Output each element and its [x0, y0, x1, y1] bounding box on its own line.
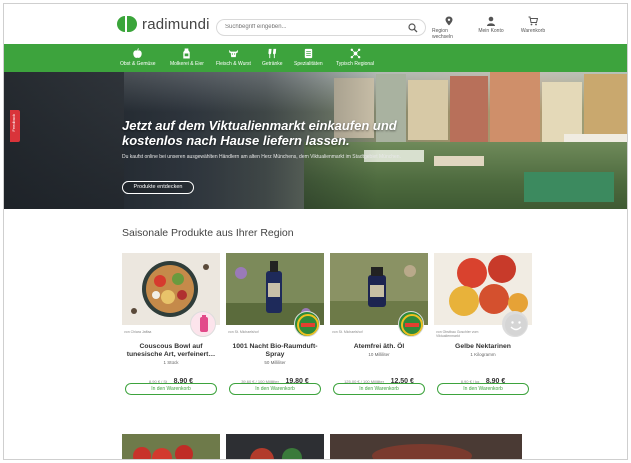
next-products-row — [122, 434, 522, 460]
search-bar[interactable] — [216, 19, 426, 36]
vendor-name[interactable]: von Chiara Jaffaa — [124, 330, 188, 334]
category-label: Obst & Gemüse — [120, 61, 156, 67]
cow-icon — [228, 49, 239, 58]
brand-logo[interactable]: radimundi — [117, 14, 210, 34]
browser-frame: radimundi Region wechseln Mein Konto War… — [3, 3, 628, 460]
feedback-tab[interactable]: Feedback — [10, 110, 20, 142]
category-obst[interactable]: Obst & Gemüse — [120, 48, 156, 67]
category-label: Getränke — [262, 61, 283, 67]
vendor-name[interactable]: von St. Michaelshof — [332, 330, 396, 334]
product-quantity: 1 Stück — [163, 360, 179, 365]
product-quantity: 10 Milliliter — [368, 352, 390, 357]
product-card[interactable]: von Chiara Jaffaa Couscous Bowl auf tune… — [122, 253, 220, 403]
vendor-name[interactable]: von Obstbau Goschler vom Viktualienmarkt — [436, 330, 500, 338]
product-name[interactable]: Couscous Bowl auf tunesische Art, verfei… — [122, 343, 220, 359]
header-actions: Region wechseln Mein Konto Warenkorb — [432, 16, 550, 40]
product-quantity: 1 Kilogramm — [470, 352, 496, 357]
vendor-badge — [190, 311, 216, 337]
drinks-icon — [268, 48, 276, 59]
hero-title: Jetzt auf dem Viktualienmarkt einkaufen … — [122, 118, 397, 148]
category-regional[interactable]: Typisch Regional — [336, 48, 374, 67]
add-to-cart-button[interactable]: In den Warenkorb — [229, 383, 321, 395]
site-header: radimundi Region wechseln Mein Konto War… — [4, 4, 627, 44]
category-label: Molkerei & Eier — [170, 61, 204, 67]
add-to-cart-button[interactable]: In den Warenkorb — [125, 383, 217, 395]
product-card[interactable]: von Obstbau Goschler vom Viktualienmarkt… — [434, 253, 532, 403]
vendor-badge — [398, 311, 424, 337]
product-card[interactable]: von St. Michaelshof Atemfrei äth. Öl 10 … — [330, 253, 428, 403]
discover-products-button[interactable]: Produkte entdecken — [122, 181, 194, 194]
vendor-badge — [502, 311, 528, 337]
feedback-label: Feedback — [11, 114, 16, 132]
regional-icon — [350, 48, 360, 59]
add-to-cart-button[interactable]: In den Warenkorb — [333, 383, 425, 395]
category-spezialitaeten[interactable]: Spezialitäten — [294, 48, 323, 67]
search-icon[interactable] — [408, 23, 418, 33]
vendor-badge — [294, 311, 320, 337]
user-icon — [487, 16, 495, 26]
category-label: Typisch Regional — [336, 61, 375, 67]
category-getraenke[interactable]: Getränke — [262, 48, 283, 67]
milk-icon — [183, 48, 191, 59]
account-label: Mein Konto — [478, 28, 504, 34]
category-label: Fleisch & Wurst — [216, 61, 251, 67]
account-button[interactable]: Mein Konto — [474, 16, 508, 40]
brand-name: radimundi — [142, 15, 210, 33]
specialties-icon — [304, 48, 312, 59]
category-fleisch[interactable]: Fleisch & Wurst — [216, 48, 251, 67]
cart-button[interactable]: Warenkorb — [516, 16, 550, 40]
add-to-cart-button[interactable]: In den Warenkorb — [437, 383, 529, 395]
category-molkerei[interactable]: Molkerei & Eier — [170, 48, 204, 67]
map-pin-icon — [445, 16, 453, 26]
region-label: Region wechseln — [432, 28, 453, 40]
product-name[interactable]: Gelbe Nektarinen — [434, 343, 532, 351]
search-input[interactable] — [225, 24, 405, 30]
product-name[interactable]: 1001 Nacht Bio-Raumduft- Spray — [226, 343, 324, 359]
vendor-name[interactable]: von St. Michaelshof — [228, 330, 292, 334]
cart-icon — [528, 16, 538, 26]
product-quantity: 50 Milliliter — [264, 360, 286, 365]
product-name[interactable]: Atemfrei äth. Öl — [330, 343, 428, 351]
region-button[interactable]: Region wechseln — [432, 16, 466, 40]
apple-icon — [133, 48, 142, 58]
product-card[interactable]: von St. Michaelshof 1001 Nacht Bio-Raumd… — [226, 253, 324, 403]
section-title: Saisonale Produkte aus Ihrer Region — [122, 227, 294, 239]
cart-label: Warenkorb — [520, 28, 546, 34]
logo-mark-icon — [117, 14, 137, 34]
category-label: Spezialitäten — [294, 61, 323, 67]
category-nav: Obst & Gemüse Molkerei & Eier Fleisch & … — [4, 44, 627, 72]
next-product-images[interactable] — [122, 434, 522, 460]
hero-subtitle: Du kaufst online bei unseren ausgewählte… — [122, 154, 401, 160]
